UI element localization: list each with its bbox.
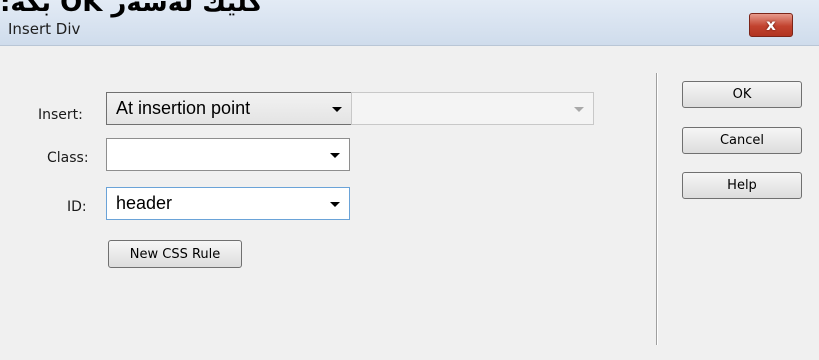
new-css-rule-button[interactable]: New CSS Rule — [108, 240, 242, 268]
insert-target-select — [351, 92, 594, 125]
dialog-body: Insert: At insertion point Class: ID: he… — [0, 46, 819, 360]
cancel-button[interactable]: Cancel — [682, 127, 802, 154]
chevron-down-icon — [330, 202, 340, 207]
chevron-down-icon — [330, 153, 340, 158]
insert-label: Insert: — [38, 107, 83, 123]
class-label: Class: — [47, 150, 89, 166]
class-combobox[interactable] — [106, 138, 350, 171]
close-icon: x — [766, 16, 776, 34]
window-title: Insert Div — [8, 20, 81, 38]
insert-select-value: At insertion point — [116, 98, 251, 118]
id-value: header — [116, 193, 173, 213]
overlay-caption: كلیك لەسەر OK بكە: — [0, 0, 263, 18]
chevron-down-icon — [574, 107, 584, 112]
vertical-divider — [656, 73, 658, 345]
id-label: ID: — [67, 199, 87, 215]
ok-button[interactable]: OK — [682, 81, 802, 108]
id-combobox[interactable]: header — [106, 187, 350, 220]
close-button[interactable]: x — [749, 13, 793, 37]
help-button[interactable]: Help — [682, 172, 802, 199]
chevron-down-icon — [332, 107, 342, 112]
insert-select[interactable]: At insertion point — [106, 92, 352, 125]
